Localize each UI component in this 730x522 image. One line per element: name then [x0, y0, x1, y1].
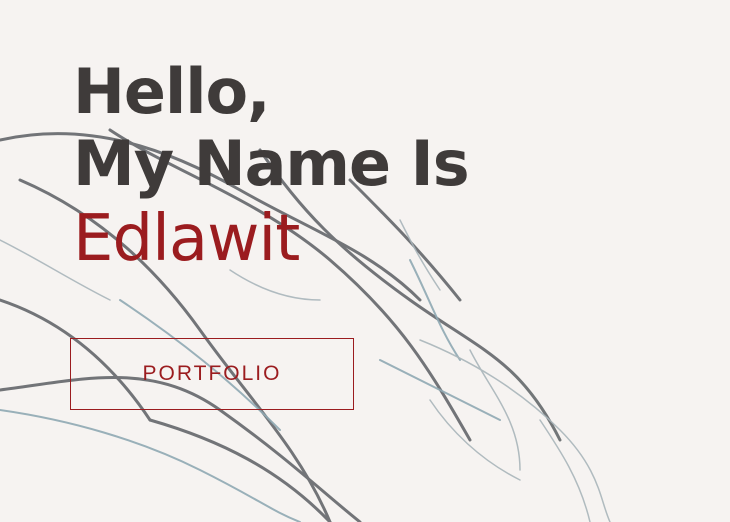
greeting-line: Hello,: [73, 55, 271, 128]
intro-line: My Name Is: [73, 126, 470, 200]
person-name: Edlawit: [73, 201, 300, 276]
portfolio-button[interactable]: PORTFOLIO: [70, 338, 354, 410]
hero-heading: Hello, My Name Is Edlawit: [73, 55, 470, 276]
